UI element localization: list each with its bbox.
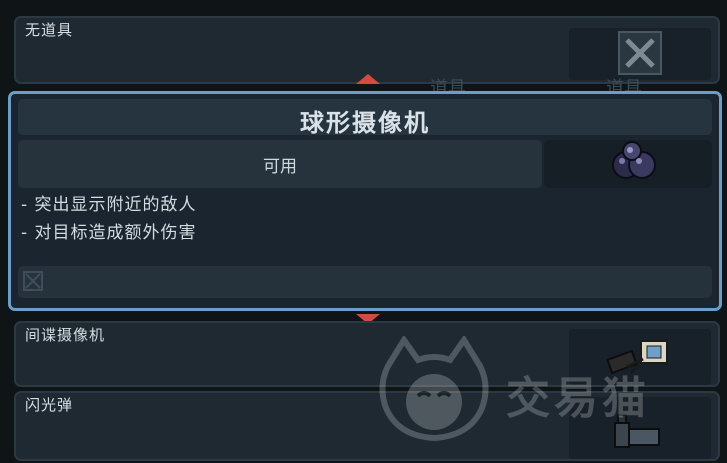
detail-title: 球形摄像机 (300, 109, 430, 137)
description-line: - 对目标造成额外伤害 (21, 223, 197, 243)
item-icon-slot (569, 28, 711, 80)
scroll-up-arrow-icon[interactable] (356, 74, 380, 84)
spy-camera-icon (606, 340, 668, 375)
status-text: 可用 (263, 157, 297, 177)
item-detail-panel: 球形摄像机 可用 - 突出显示附近的敌人 - 对目标造成额外伤害 (8, 91, 722, 311)
item-label: 闪光弹 (25, 396, 74, 414)
description-line: - 突出显示附近的敌人 (21, 195, 197, 215)
flashbang-icon (614, 414, 660, 448)
detail-footer-bar (18, 266, 712, 298)
item-label: 无道具 (25, 21, 74, 39)
checkbox-x-icon (25, 273, 41, 289)
item-label: 间谍摄像机 (25, 326, 106, 344)
checkbox[interactable] (23, 271, 43, 291)
item-icon-slot (569, 397, 711, 459)
sphere-camera-icon (612, 141, 656, 179)
item-card-flashbang[interactable]: 闪光弹 (14, 391, 720, 461)
item-icon-slot (544, 140, 712, 188)
item-card-spy-camera[interactable]: 间谍摄像机 (14, 321, 720, 387)
item-icon-slot (569, 329, 711, 385)
disabled-x-icon (618, 31, 662, 75)
detail-title-bar: 球形摄像机 (18, 99, 712, 137)
status-bar: 可用 (18, 140, 542, 188)
